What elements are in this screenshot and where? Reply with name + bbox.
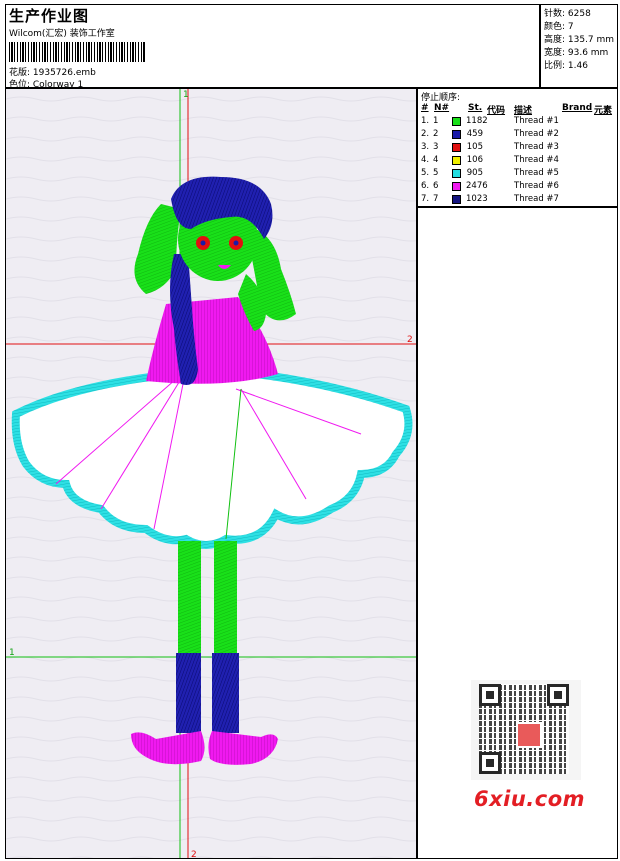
- watermark-text: 6xiu.com: [474, 787, 586, 811]
- thread-number: 4: [433, 155, 439, 165]
- thread-row: 2. 2 459 Thread #2: [418, 129, 618, 142]
- thread-index: 2.: [421, 129, 430, 139]
- thread-stitch-count: 459: [466, 129, 483, 139]
- thread-color-swatch: [452, 130, 461, 139]
- thread-index: 3.: [421, 142, 430, 152]
- guide-label-v-bottom: 2: [191, 850, 197, 859]
- qr-watermark: [471, 680, 581, 780]
- thread-color-swatch: [452, 195, 461, 204]
- col-header-index: #: [421, 103, 429, 113]
- thread-index: 5.: [421, 168, 430, 178]
- sock-right: [212, 653, 239, 733]
- thread-row: 1. 1 1182 Thread #1: [418, 116, 618, 129]
- thread-description: Thread #2: [514, 129, 559, 139]
- barcode: [9, 42, 145, 62]
- thread-stitch-count: 905: [466, 168, 483, 178]
- stat-scale: 比例: 1.46: [544, 61, 588, 71]
- col-header-brand: Brand: [562, 103, 593, 113]
- thread-index: 7.: [421, 194, 430, 204]
- thread-number: 5: [433, 168, 439, 178]
- thread-stitch-count: 2476: [466, 181, 488, 191]
- thread-number: 3: [433, 142, 439, 152]
- thread-stitch-count: 1023: [466, 194, 488, 204]
- thread-number: 1: [433, 116, 439, 126]
- thread-index: 1.: [421, 116, 430, 126]
- qr-code-icon: [479, 684, 569, 774]
- thread-color-swatch: [452, 117, 461, 126]
- thread-description: Thread #6: [514, 181, 559, 191]
- col-header-stitches: St.: [468, 103, 483, 113]
- stat-width: 宽度: 93.6 mm: [544, 48, 609, 58]
- stat-colors: 颜色: 7: [544, 22, 574, 32]
- col-header-description: 描述: [514, 106, 533, 116]
- thread-stitch-count: 105: [466, 142, 483, 152]
- guide-label-h-bottom: 1: [9, 648, 15, 658]
- thread-description: Thread #1: [514, 116, 559, 126]
- stat-stitches: 针数: 6258: [544, 9, 591, 19]
- thread-row: 7. 7 1023 Thread #7: [418, 194, 618, 207]
- thread-stitch-count: 1182: [466, 116, 488, 126]
- embroidery-preview: 2 1 1 2: [6, 89, 416, 859]
- leg-right: [214, 541, 237, 653]
- col-header-element: 元素: [594, 106, 613, 116]
- thread-sequence-title: 停止顺序:: [421, 93, 461, 103]
- thread-sequence-panel: 停止顺序: # N# St. 代码 描述 Brand 元素 1. 1 1182 Thr…: [417, 88, 618, 207]
- thread-row: 3. 3 105 Thread #3: [418, 142, 618, 155]
- stat-height: 高度: 135.7 mm: [544, 35, 615, 45]
- thread-description: Thread #5: [514, 168, 559, 178]
- guide-label-v-top: 1: [183, 90, 189, 100]
- thread-color-swatch: [452, 156, 461, 165]
- thread-number: 6: [433, 181, 439, 191]
- thread-description: Thread #3: [514, 142, 559, 152]
- document-title: 生产作业图: [9, 7, 90, 25]
- thread-number: 7: [433, 194, 439, 204]
- company-name: Wilcom(汇宏) 装饰工作室: [9, 29, 115, 39]
- thread-number: 2: [433, 129, 439, 139]
- thread-color-swatch: [452, 169, 461, 178]
- thread-description: Thread #4: [514, 155, 559, 165]
- thread-index: 6.: [421, 181, 430, 191]
- col-header-code: 代码: [487, 106, 506, 116]
- stats-panel: 针数: 6258 颜色: 7 高度: 135.7 mm 宽度: 93.6 mm …: [540, 4, 618, 88]
- thread-color-swatch: [452, 143, 461, 152]
- thread-description: Thread #7: [514, 194, 559, 204]
- thread-row: 4. 4 106 Thread #4: [418, 155, 618, 168]
- design-canvas[interactable]: 2 1 1 2: [5, 88, 417, 859]
- thread-index: 4.: [421, 155, 430, 165]
- leg-left: [178, 541, 201, 653]
- thread-color-swatch: [452, 182, 461, 191]
- header-panel: 生产作业图 Wilcom(汇宏) 装饰工作室 花版: 1935726.emb 色…: [5, 4, 540, 90]
- sock-left: [176, 653, 201, 733]
- thread-stitch-count: 106: [466, 155, 483, 165]
- thread-row: 5. 5 905 Thread #5: [418, 168, 618, 181]
- col-header-n: N#: [434, 103, 450, 113]
- thread-row: 6. 6 2476 Thread #6: [418, 181, 618, 194]
- guide-label-h-top: 2: [407, 335, 413, 345]
